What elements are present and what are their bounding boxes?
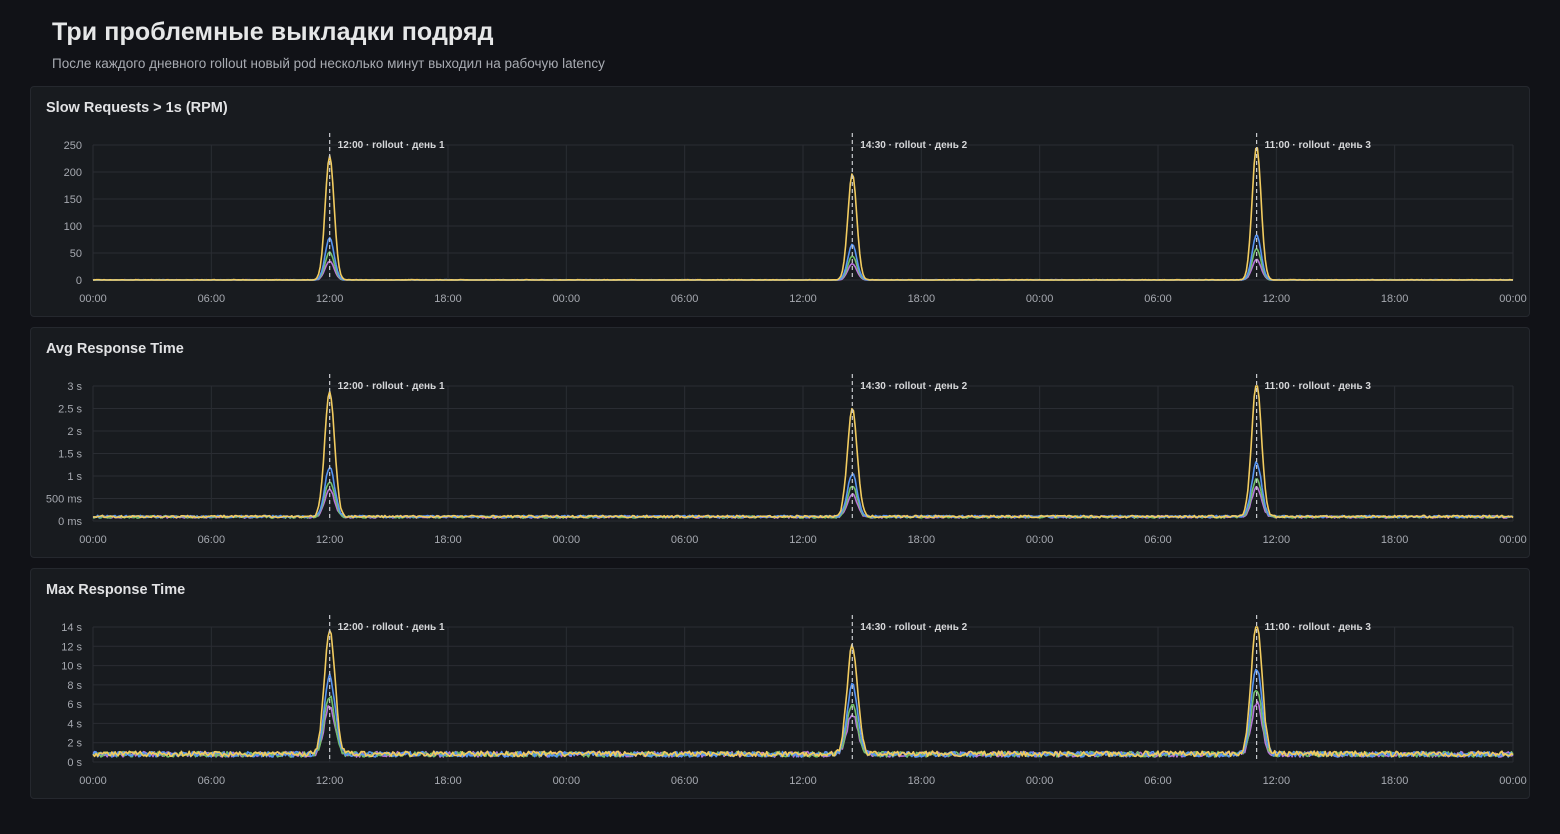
- x-tick-label: 18:00: [434, 534, 462, 546]
- x-tick-label: 12:00: [316, 775, 344, 787]
- x-tick-label: 18:00: [1381, 775, 1409, 787]
- x-tick-label: 00:00: [79, 534, 107, 546]
- x-tick-label: 06:00: [671, 775, 699, 787]
- y-tick-label: 0 s: [67, 757, 82, 769]
- y-tick-label: 6 s: [67, 699, 82, 711]
- x-tick-label: 18:00: [908, 293, 936, 305]
- chart-svg[interactable]: 0 ms 500 ms 1 s 1.5 s 2 s 2.5 s 3 s 00:00 06:00 1…: [31, 328, 1531, 559]
- y-tick-label: 12 s: [61, 641, 82, 653]
- annotation-label: 14:30 · rollout · день 2: [860, 381, 967, 392]
- y-tick-label: 1.5 s: [58, 449, 82, 461]
- x-tick-label: 00:00: [79, 293, 107, 305]
- x-tick-label: 06:00: [1144, 775, 1172, 787]
- x-tick-label: 00:00: [1499, 293, 1527, 305]
- x-tick-label: 18:00: [434, 293, 462, 305]
- page-subtitle: После каждого дневного rollout новый pod…: [52, 56, 605, 71]
- chart-svg[interactable]: 0 s 2 s 4 s 6 s 8 s 10 s 12 s 14 s 00:00 06:00 12:…: [31, 569, 1531, 800]
- annotation-label: 12:00 · rollout · день 1: [338, 140, 445, 151]
- x-tick-label: 06:00: [671, 293, 699, 305]
- annotation-label: 12:00 · rollout · день 1: [338, 622, 445, 633]
- x-tick-label: 00:00: [1499, 775, 1527, 787]
- x-tick-label: 06:00: [198, 534, 226, 546]
- grid: [92, 626, 1514, 763]
- y-tick-label: 200: [64, 167, 82, 179]
- x-tick-label: 12:00: [1263, 775, 1291, 787]
- y-tick-label: 1 s: [67, 471, 82, 483]
- x-tick-label: 06:00: [1144, 534, 1172, 546]
- y-tick-label: 50: [70, 248, 82, 260]
- x-tick-label: 06:00: [671, 534, 699, 546]
- x-tick-label: 12:00: [316, 293, 344, 305]
- y-tick-label: 500 ms: [46, 494, 83, 506]
- y-tick-label: 0 ms: [58, 516, 82, 528]
- x-tick-label: 18:00: [908, 775, 936, 787]
- x-tick-label: 06:00: [1144, 293, 1172, 305]
- page-title: Три проблемные выкладки подряд: [52, 18, 494, 46]
- x-tick-label: 12:00: [1263, 293, 1291, 305]
- grid: [92, 385, 1514, 522]
- y-tick-label: 10 s: [61, 661, 82, 673]
- y-tick-label: 2 s: [67, 738, 82, 750]
- x-tick-label: 18:00: [908, 534, 936, 546]
- x-tick-label: 00:00: [1499, 534, 1527, 546]
- x-tick-label: 00:00: [553, 775, 581, 787]
- annotation-label: 12:00 · rollout · день 1: [338, 381, 445, 392]
- y-tick-label: 100: [64, 221, 82, 233]
- panel-max-response-time[interactable]: Max Response Time 0 s2 s4 s6 s8 s 10 s 12 …: [30, 568, 1530, 799]
- dashboard-header: Три проблемные выкладки подряд После каж…: [52, 18, 605, 71]
- x-tick-label: 00:00: [1026, 775, 1054, 787]
- annotation-label: 11:00 · rollout · день 3: [1265, 622, 1372, 633]
- y-tick-label: 2.5 s: [58, 404, 82, 416]
- panel-avg-response-time[interactable]: Avg Response Time 0 ms 500 ms 1 s 1.5 s2 s2…: [30, 327, 1530, 558]
- annotation-label: 14:30 · rollout · день 2: [860, 622, 967, 633]
- y-tick-label: 3 s: [67, 381, 82, 393]
- y-tick-label: 0: [76, 275, 82, 287]
- y-tick-label: 8 s: [67, 680, 82, 692]
- annotation-label: 11:00 · rollout · день 3: [1265, 381, 1372, 392]
- y-tick-label: 150: [64, 194, 82, 206]
- x-tick-label: 00:00: [553, 534, 581, 546]
- x-tick-label: 18:00: [434, 775, 462, 787]
- annotation-label: 14:30 · rollout · день 2: [860, 140, 967, 151]
- annotation-label: 11:00 · rollout · день 3: [1265, 140, 1372, 151]
- chart-svg[interactable]: 0 50 100 150 200 250 00:00 06:00 12:00 18:00 00:00…: [31, 87, 1531, 318]
- x-tick-label: 06:00: [198, 775, 226, 787]
- panel-slow-requests[interactable]: Slow Requests > 1s (RPM) 0 50 100 150 200 250…: [30, 86, 1530, 317]
- x-tick-label: 00:00: [79, 775, 107, 787]
- x-tick-label: 00:00: [553, 293, 581, 305]
- y-tick-label: 4 s: [67, 718, 82, 730]
- x-tick-label: 12:00: [789, 534, 817, 546]
- x-tick-label: 12:00: [316, 534, 344, 546]
- x-tick-label: 12:00: [789, 775, 817, 787]
- grid: [92, 144, 1514, 281]
- x-tick-label: 18:00: [1381, 293, 1409, 305]
- x-tick-label: 00:00: [1026, 534, 1054, 546]
- x-tick-label: 18:00: [1381, 534, 1409, 546]
- x-tick-label: 00:00: [1026, 293, 1054, 305]
- x-tick-label: 12:00: [1263, 534, 1291, 546]
- y-tick-label: 14 s: [61, 622, 82, 634]
- y-tick-label: 250: [64, 140, 82, 152]
- x-tick-label: 12:00: [789, 293, 817, 305]
- y-tick-label: 2 s: [67, 426, 82, 438]
- x-tick-label: 06:00: [198, 293, 226, 305]
